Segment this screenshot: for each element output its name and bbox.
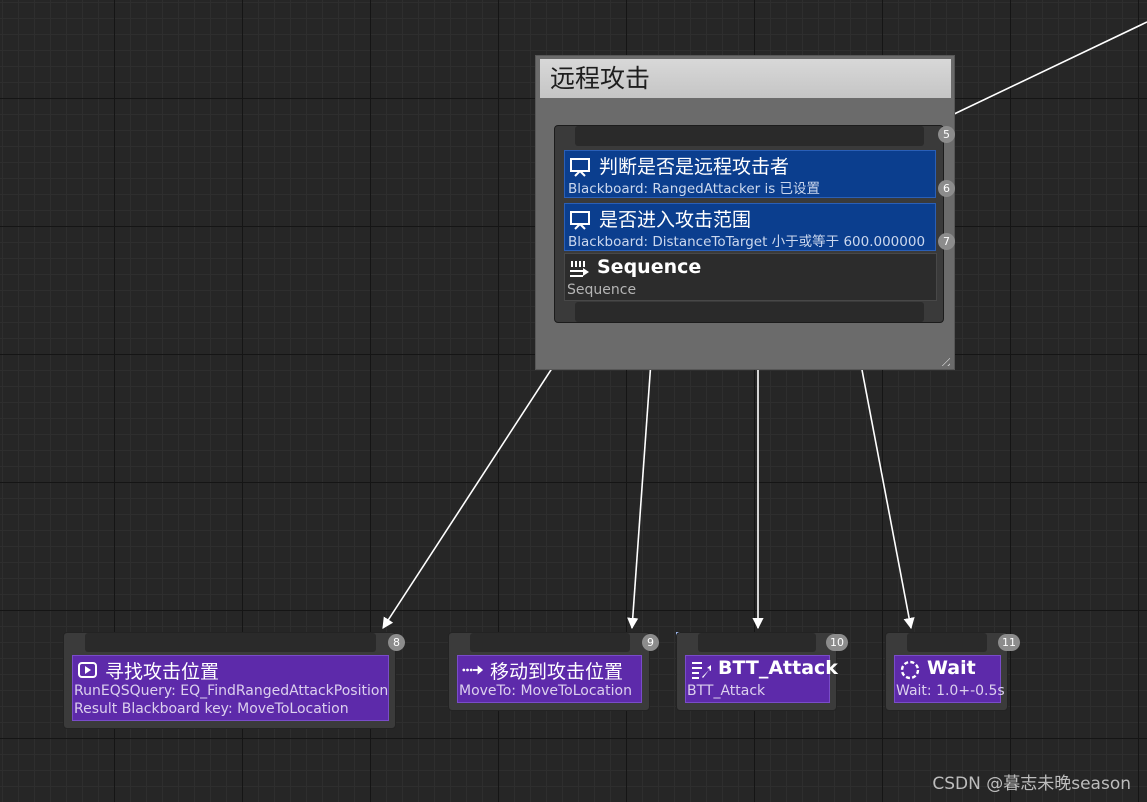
task-node-btt-attack[interactable]: 10 BTT_Attack BTT_Attack <box>676 632 848 711</box>
task-subtitle: MoveTo: MoveToLocation <box>459 683 632 699</box>
sequence-composite-node[interactable]: 5 判断是否是远程攻击者 Blackboard: RangedAttacker … <box>554 125 955 323</box>
execution-index-badge: 8 <box>388 634 405 651</box>
decorator-in-attack-range[interactable]: 是否进入攻击范围 Blackboard: DistanceToTarget 小于… <box>564 203 936 251</box>
task-subtitle: BTT_Attack <box>687 683 766 699</box>
task-node-wait[interactable]: 11 Wait Wait: 1.0+-0.5s <box>885 632 1020 711</box>
resize-grip-icon[interactable] <box>938 354 950 366</box>
blackboard-decorator-icon <box>570 158 590 177</box>
sequence-subtitle: Sequence <box>567 282 637 298</box>
sequence-title: Sequence <box>597 256 702 278</box>
blackboard-decorator-icon <box>570 211 590 230</box>
blueprint-task-icon <box>692 662 711 679</box>
execution-index-badge: 11 <box>998 634 1020 651</box>
task-title: 寻找攻击位置 <box>105 661 220 683</box>
task-subtitle-2: Result Blackboard key: MoveToLocation <box>74 701 349 717</box>
task-body[interactable]: 移动到攻击位置 MoveTo: MoveToLocation <box>457 655 642 703</box>
task-title: BTT_Attack <box>718 657 838 679</box>
input-pin[interactable] <box>85 633 376 652</box>
eqs-query-icon <box>78 662 97 678</box>
task-subtitle: Wait: 1.0+-0.5s <box>896 683 1005 699</box>
task-subtitle: RunEQSQuery: EQ_FindRangedAttackPosition <box>74 683 389 699</box>
task-title: Wait <box>927 657 976 679</box>
decorator-index-badge: 7 <box>938 233 955 250</box>
input-pin[interactable] <box>698 633 816 652</box>
wait-icon <box>900 660 920 680</box>
task-body[interactable]: BTT_Attack BTT_Attack <box>685 655 838 703</box>
output-pin[interactable] <box>575 302 924 322</box>
decorator-title: 是否进入攻击范围 <box>599 209 752 231</box>
move-to-icon <box>462 665 484 675</box>
decorator-ranged-attacker[interactable]: 判断是否是远程攻击者 Blackboard: RangedAttacker is… <box>564 150 936 198</box>
watermark: CSDN @暮志未晚season <box>932 774 1131 794</box>
sequence-icon <box>570 261 589 277</box>
decorator-subtitle: Blackboard: RangedAttacker is 已设置 <box>568 181 821 197</box>
execution-index-badge: 9 <box>642 634 659 651</box>
input-pin[interactable] <box>575 126 924 146</box>
execution-index-badge: 5 <box>938 126 955 143</box>
task-body[interactable]: 寻找攻击位置 RunEQSQuery: EQ_FindRangedAttackP… <box>72 655 389 721</box>
wire-to-eqs-task <box>382 332 576 629</box>
decorator-subtitle: Blackboard: DistanceToTarget 小于或等于 600.0… <box>568 234 926 250</box>
input-pin[interactable] <box>907 633 987 652</box>
task-node-find-attack-position[interactable]: 8 寻找攻击位置 RunEQSQuery: EQ_FindRangedAttac… <box>63 632 405 729</box>
wire-to-moveto-task <box>627 332 654 630</box>
decorator-title: 判断是否是远程攻击者 <box>599 156 790 178</box>
task-body[interactable]: Wait Wait: 1.0+-0.5s <box>894 655 1005 703</box>
sequence-node[interactable]: Sequence Sequence <box>564 253 937 301</box>
task-title: 移动到攻击位置 <box>490 661 624 683</box>
wire-to-wait-task <box>854 332 915 630</box>
task-node-move-to-attack-position[interactable]: 9 移动到攻击位置 MoveTo: MoveToLocation <box>448 632 659 711</box>
comment-title[interactable]: 远程攻击 <box>540 59 951 98</box>
wire-root-to-composite <box>927 21 1147 127</box>
execution-index-badge: 10 <box>826 634 848 651</box>
input-pin[interactable] <box>470 633 630 652</box>
decorator-index-badge: 6 <box>938 180 955 197</box>
